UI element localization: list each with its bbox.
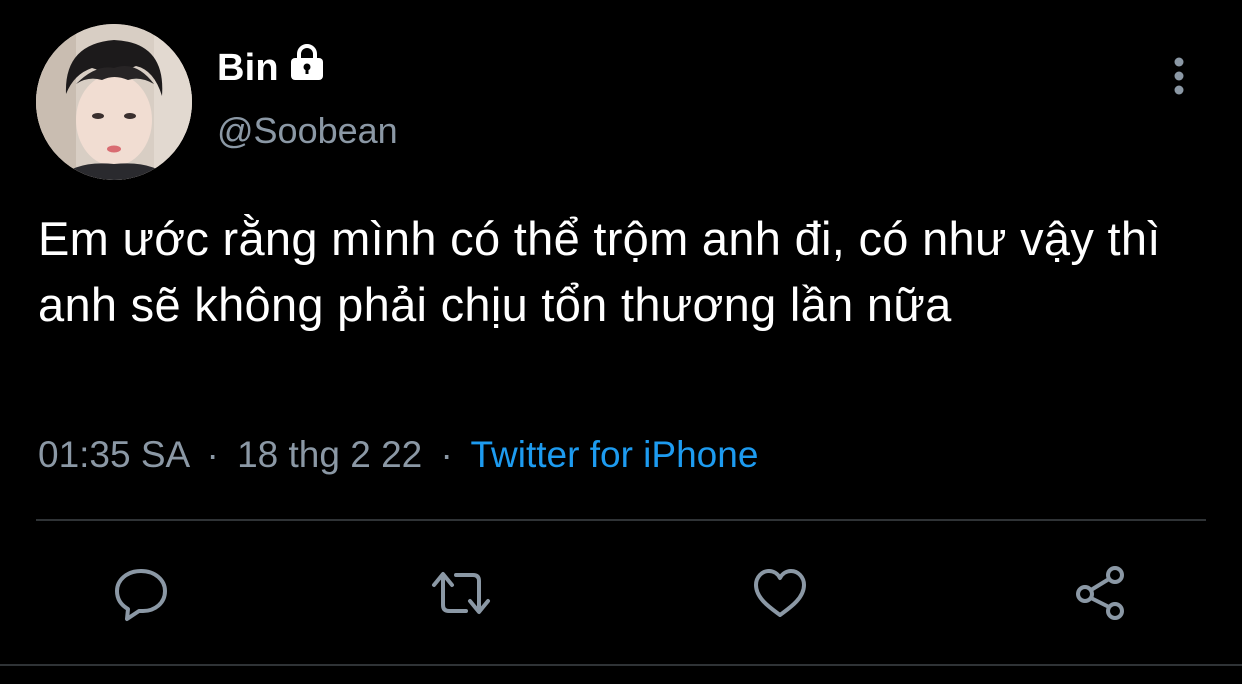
retweet-icon — [426, 563, 496, 628]
lock-icon — [287, 42, 327, 82]
share-icon — [1071, 563, 1131, 628]
meta-separator: · — [206, 434, 219, 475]
divider — [0, 664, 1242, 666]
divider — [36, 519, 1206, 521]
user-handle[interactable]: @Soobean — [217, 110, 398, 152]
tweet-date[interactable]: 18 thg 2 22 — [237, 434, 422, 475]
tweet-actions-bar — [0, 560, 1242, 630]
avatar[interactable] — [36, 24, 192, 180]
like-icon — [750, 563, 810, 628]
reply-icon — [111, 563, 171, 628]
more-vertical-icon[interactable] — [1166, 54, 1192, 98]
tweet-detail: Bin @Soobean Em ước rằng mình có thể trộ… — [0, 0, 1242, 684]
tweet-meta: 01:35 SA · 18 thg 2 22 · Twitter for iPh… — [38, 434, 758, 476]
tweet-source-link[interactable]: Twitter for iPhone — [470, 434, 758, 475]
meta-separator: · — [440, 434, 453, 475]
reply-button[interactable] — [106, 560, 176, 630]
display-name[interactable]: Bin — [217, 47, 279, 90]
avatar-image — [36, 24, 192, 180]
display-name-row: Bin — [217, 40, 327, 96]
tweet-time[interactable]: 01:35 SA — [38, 434, 188, 475]
like-button[interactable] — [745, 560, 815, 630]
tweet-text: Em ước rằng mình có thể trộm anh đi, có … — [38, 212, 1161, 331]
share-button[interactable] — [1066, 560, 1136, 630]
retweet-button[interactable] — [426, 560, 496, 630]
